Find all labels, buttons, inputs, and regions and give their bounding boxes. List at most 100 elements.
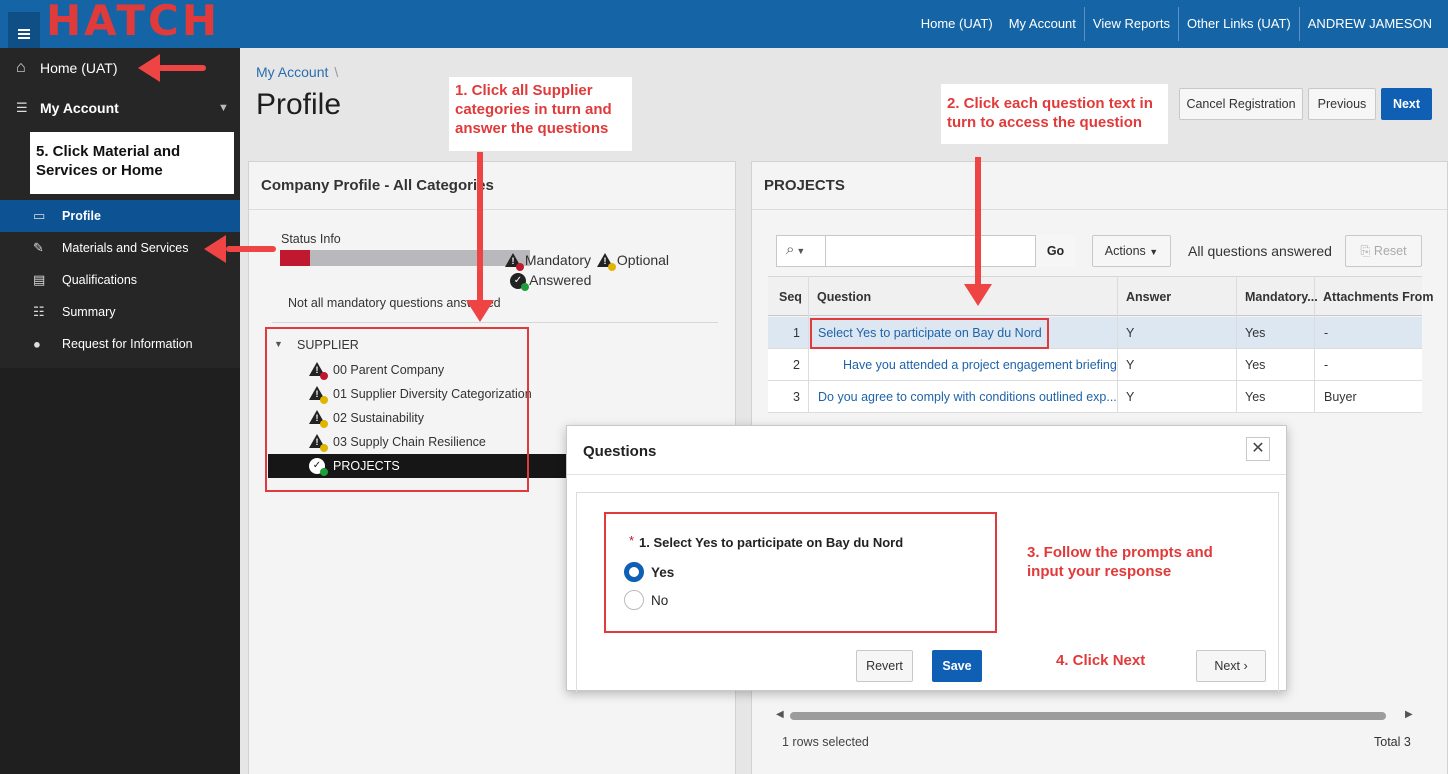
arrow-head-left [138,54,160,82]
company-profile-title: Company Profile - All Categories [249,162,735,210]
optional-warning-icon: ! [597,253,616,272]
chevron-right-icon: › [1243,659,1248,673]
revert-button[interactable]: Revert [856,650,913,682]
cell-attachments: - [1324,326,1329,340]
sidebar-item-qualifications[interactable]: ▤ Qualifications [0,264,240,296]
dialog-next-button[interactable]: Next › [1196,650,1266,682]
sidebar-item-label: Summary [62,305,116,319]
reset-label: Reset [1373,244,1407,258]
arrow-home [158,65,206,71]
sidebar-item-label: My Account [40,100,119,116]
sidebar-item-label: Materials and Services [62,241,189,255]
question-link[interactable]: Do you agree to comply with conditions o… [818,390,1117,404]
cell-mandatory: Yes [1245,326,1266,340]
legend-optional: ! Optional [597,252,670,272]
breadcrumb-my-account[interactable]: My Account [256,64,328,80]
next-button[interactable]: Next [1381,88,1432,120]
cell-mandatory: Yes [1245,390,1266,404]
column-divider [808,276,809,412]
tools-icon: ✎ [33,240,44,255]
cell-answer: Y [1126,390,1135,404]
summary-icon: ☷ [33,304,45,319]
scroll-right-icon[interactable]: ▶ [1405,709,1413,720]
column-divider [1236,276,1237,412]
all-answered-text: All questions answered [1188,243,1332,259]
annotation-step5: 5. Click Material and Services or Home [30,132,234,194]
sidebar-item-label: Qualifications [62,273,138,287]
close-icon[interactable]: ✕ [1246,437,1270,461]
reset-button[interactable]: ⎘ Reset [1345,235,1422,267]
nav-my-account[interactable]: My Account [1001,7,1084,41]
search-input[interactable] [827,236,1035,266]
grid-header: Seq Question Answer Mandatory... Attachm… [768,276,1433,316]
sidebar-item-profile[interactable]: ▭ Profile [0,200,240,232]
sidebar-item-summary[interactable]: ☷ Summary [0,296,240,328]
sidebar-item-label: Home (UAT) [40,60,118,76]
cancel-registration-button[interactable]: Cancel Registration [1179,88,1303,120]
column-header-answer[interactable]: Answer [1126,290,1171,304]
legend-optional-label: Optional [616,252,670,268]
legend-answered-label: Answered [529,272,592,288]
mandatory-warning-icon: ! [505,253,524,272]
arrow-step1 [477,152,483,302]
sidebar-item-rfi[interactable]: ● Request for Information [0,328,240,360]
search-column-selector[interactable]: ⌕ ▼ [776,235,826,267]
certificate-icon: ▤ [33,272,46,287]
highlight-box-question [810,318,1049,349]
column-header-mandatory[interactable]: Mandatory... [1245,290,1318,304]
question-link[interactable]: Have you attended a project engagement b… [843,358,1117,372]
save-button[interactable]: Save [932,650,982,682]
nav-other-links[interactable]: Other Links (UAT) [1177,7,1299,41]
projects-title: PROJECTS [752,162,1447,210]
arrow-step2 [975,157,981,285]
hamburger-icon-line [18,33,30,35]
previous-button[interactable]: Previous [1308,88,1376,120]
grid-row[interactable]: 2 Have you attended a project engagement… [768,349,1422,381]
actions-button[interactable]: Actions ▼ [1092,235,1171,267]
annotation-step4: 4. Click Next [1056,652,1146,669]
rows-selected-text: 1 rows selected [782,735,869,749]
grid-row[interactable]: 3 Do you agree to comply with conditions… [768,381,1422,413]
divider [272,322,718,323]
chevron-down-icon: ▼ [796,246,806,256]
progress-fill [280,250,310,266]
chat-icon: ● [33,336,41,352]
column-header-question[interactable]: Question [817,290,871,304]
column-header-attachments[interactable]: Attachments From [1323,290,1433,304]
cell-mandatory: Yes [1245,358,1266,372]
answered-check-icon: ✓ [510,273,529,292]
search-icon: ⌕ [786,241,795,258]
annotation-step1: 1. Click all Supplier categories in turn… [449,77,632,151]
legend-mandatory-label: Mandatory [524,252,592,268]
nav-view-reports[interactable]: View Reports [1083,7,1178,41]
breadcrumb: My Account \ [256,64,338,80]
scroll-left-icon[interactable]: ◀ [776,709,784,720]
go-button[interactable]: Go [1035,235,1075,267]
arrow-head-down [964,284,992,306]
arrow-materials [226,246,276,252]
horizontal-scrollbar[interactable] [790,712,1386,720]
cell-seq: 1 [793,326,800,340]
cell-seq: 3 [793,390,800,404]
column-divider [1117,276,1118,412]
dialog-title: Questions [583,443,657,460]
nav-user-menu[interactable]: ANDREW JAMESON [1298,7,1440,41]
nav-home[interactable]: Home (UAT) [913,7,1001,41]
reset-icon: ⎘ [1360,244,1371,258]
home-icon: ⌂ [16,59,26,76]
dialog-next-label: Next [1214,659,1241,673]
app-logo[interactable]: HATCH [46,0,220,45]
cell-seq: 2 [793,358,800,372]
cell-answer: Y [1126,358,1135,372]
column-header-seq[interactable]: Seq [779,290,802,304]
status-info-label: Status Info [281,232,341,246]
top-bar: HATCH Home (UAT) My Account View Reports… [0,0,1448,48]
column-divider [1314,276,1315,412]
highlight-box-response [604,512,997,633]
sidebar-item-my-account[interactable]: ☰ My Account ▼ [0,88,240,128]
sidebar-item-label: Profile [62,209,101,223]
top-nav: Home (UAT) My Account View Reports Other… [913,0,1440,48]
chevron-down-icon: ▼ [1149,247,1159,257]
chevron-down-icon[interactable]: ▼ [218,102,229,114]
menu-toggle-button[interactable] [8,12,40,48]
